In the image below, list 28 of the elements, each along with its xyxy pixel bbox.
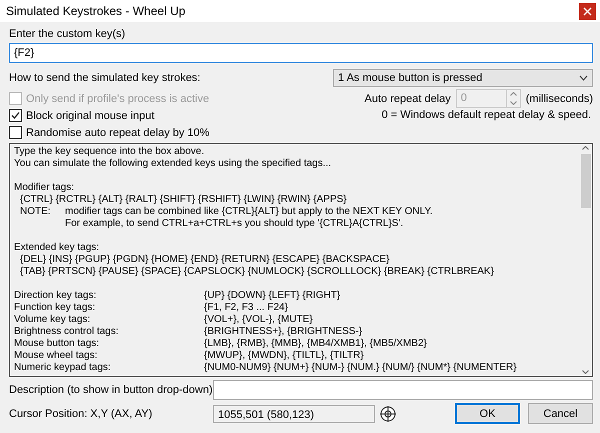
- help-text: Type the key sequence into the box above. You can simulate the following extended keys using the specified tags... Modifier tags: {CTRL} {RCTRL} {ALT} {RALT} {SHIFT} {RSHIFT} {LWIN} {RWIN} {APPS} NOTE: modifier tags can be combined like {CTRL}{ALT} but apply to the NEXT KEY ONLY. For example, to send CTRL+a+CTRL+s you should type '{CTRL}A{CTRL}S'. Extended key tags: {DEL} {INS} {PGUP} {PGDN} {HOME} {END} {RETURN} {ESCAPE} {BACKSPACE} {TAB} {PRTSCN} {PAUSE} {SPACE} {CAPSLOCK} {NUMLOCK} {SCROLLLOCK} {BREAK} {CTRLBREAK} Direction key tags: {UP} {DOWN} {LEFT} {RIGHT} Function key tags: {F1, F2, F3 ... F24} Volume key tags: {VOL+}, {VOL-}, {MUTE} Brightness control tags: {BRIGHTNESS+}, {BRIGHTNESS-} Mouse button tags: {LMB}, {RMB}, {MMB}, {MB4/XMB1}, {MB5/XMB2} Mouse wheel tags: {MWUP}, {MWDN}, {TILTL}, {TILTR} Numeric keypad tags: {NUM0-NUM9} {NUM+} {NUM-} {NUM.} {NUM/} {NUM*} {NUMENTER}: [13, 145, 518, 375]
- close-icon: [583, 6, 592, 16]
- cursor-position-field: 1055,501 (580,123): [213, 404, 375, 422]
- field-label: How to send the simulated key strokes:: [9, 72, 200, 84]
- unit-label: (milliseconds): [526, 92, 593, 104]
- checkbox-label: Block original mouse input: [26, 110, 154, 122]
- checkbox[interactable]: [9, 109, 22, 122]
- field-label: Enter the custom key(s): [9, 27, 126, 42]
- send-mode-dropdown[interactable]: 1 As mouse button is pressed: [333, 69, 593, 87]
- close-button[interactable]: [579, 2, 596, 20]
- dialog-button[interactable]: OK: [455, 403, 520, 424]
- checkbox-label: Randomise auto repeat delay by 10%: [26, 126, 210, 138]
- crosshair-icon[interactable]: [379, 404, 397, 422]
- chevron-down-icon: [579, 75, 588, 81]
- checkbox-label: Only send if profile's process is active: [26, 92, 210, 104]
- chevron-up-icon[interactable]: [582, 146, 589, 150]
- custom-key-field[interactable]: {F2}: [9, 43, 593, 63]
- field-label: Cursor Position: X,Y (AX, AY): [9, 408, 154, 420]
- scrollbar[interactable]: [579, 144, 592, 376]
- checkbox[interactable]: [9, 126, 22, 139]
- field-label: Auto repeat delay: [364, 92, 451, 104]
- repeat-note: 0 = Windows default repeat delay & speed.: [380, 108, 592, 123]
- description-field[interactable]: [213, 380, 593, 400]
- field-label: Description (to show in button drop-down): [9, 384, 213, 396]
- chevron-down-icon[interactable]: [582, 370, 589, 374]
- dialog-button[interactable]: Cancel: [528, 403, 593, 424]
- window-title: Simulated Keystrokes - Wheel Up: [6, 4, 186, 18]
- scrollbar-thumb[interactable]: [580, 154, 590, 208]
